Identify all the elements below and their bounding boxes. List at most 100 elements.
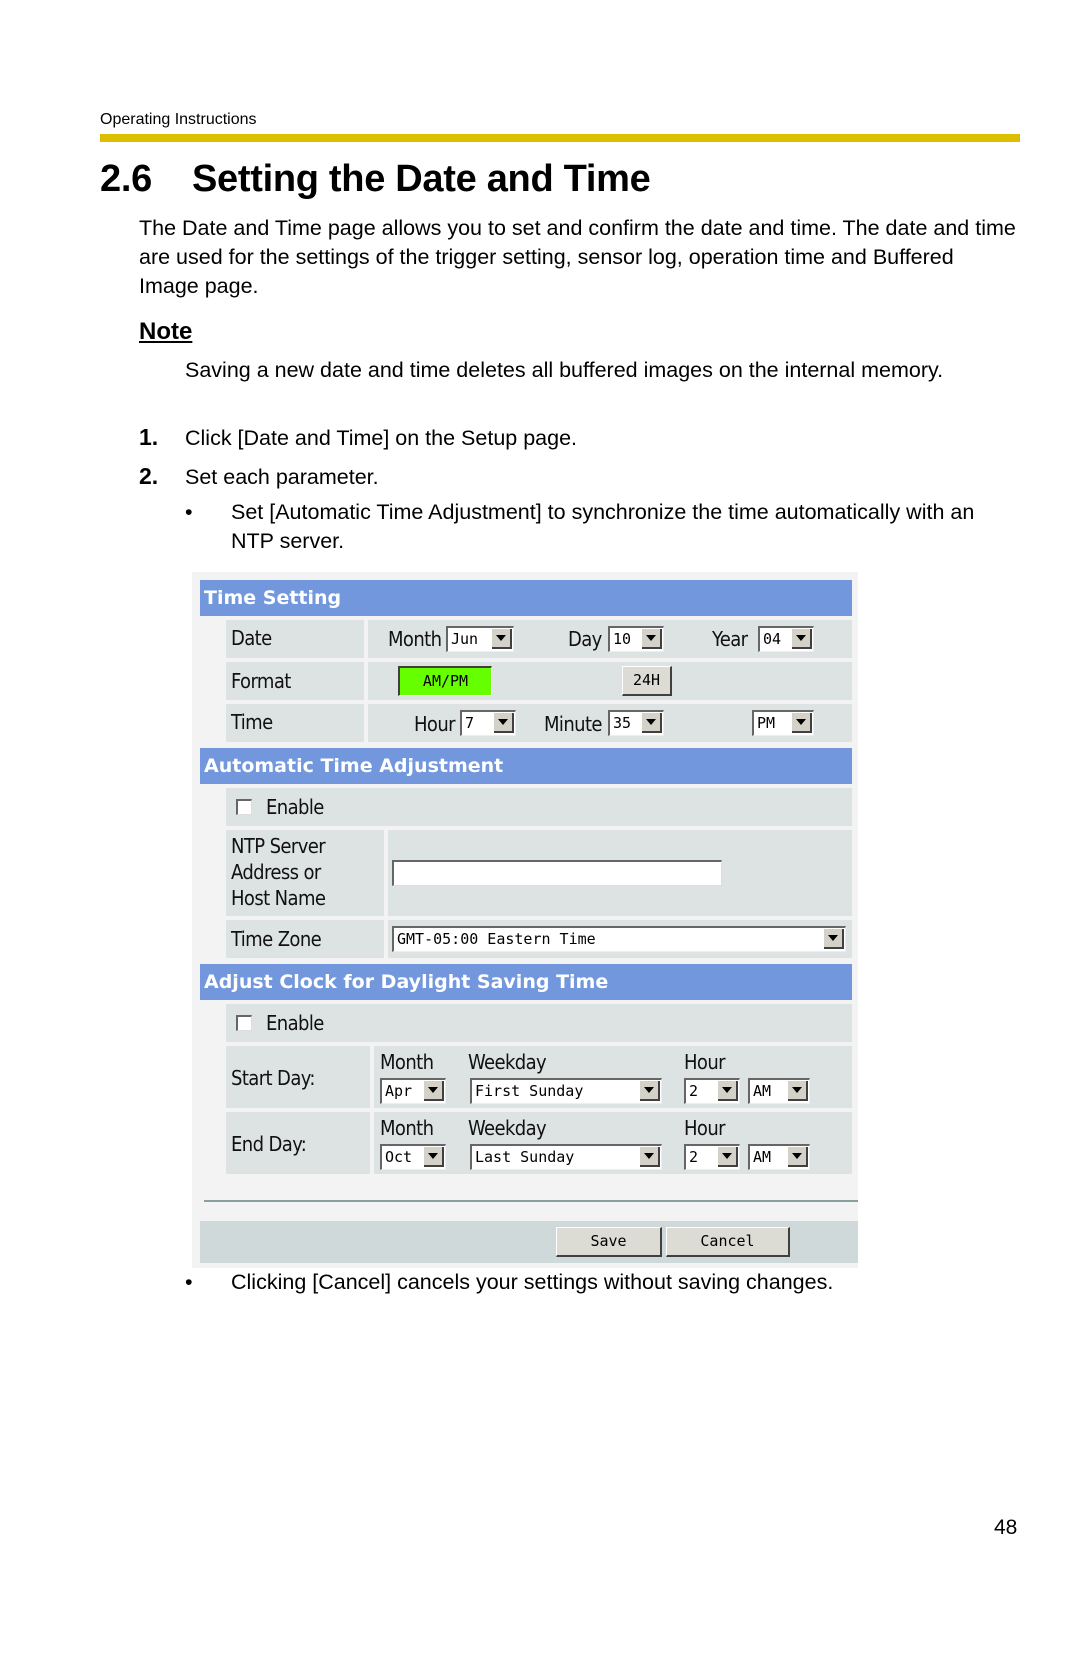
chevron-down-icon[interactable] bbox=[640, 1147, 660, 1167]
month-label: Month bbox=[388, 627, 442, 651]
chevron-down-icon[interactable] bbox=[788, 1081, 808, 1101]
format-label: Format bbox=[231, 669, 291, 693]
year-select[interactable]: 04 bbox=[758, 626, 814, 652]
chevron-down-icon[interactable] bbox=[424, 1147, 444, 1167]
end-month-select[interactable]: Oct bbox=[380, 1144, 446, 1170]
chevron-down-icon[interactable] bbox=[424, 1081, 444, 1101]
cancel-button[interactable]: Cancel bbox=[666, 1227, 790, 1257]
ntp-label-cell: NTP Server Address or Host Name bbox=[226, 830, 384, 916]
chevron-down-icon[interactable] bbox=[788, 1147, 808, 1167]
ampm-select[interactable]: PM bbox=[752, 710, 814, 736]
end-weekday-select[interactable]: Last Sunday bbox=[470, 1144, 662, 1170]
end-weekday-label: Weekday bbox=[468, 1116, 547, 1140]
month-value: Jun bbox=[451, 630, 479, 648]
section-header-auto-adjust: Automatic Time Adjustment bbox=[200, 748, 852, 784]
end-ampm-value: AM bbox=[753, 1148, 772, 1166]
date-time-settings-panel: Time Setting Date Month Jun Day 10 Year … bbox=[192, 572, 858, 1268]
end-ampm-select[interactable]: AM bbox=[748, 1144, 810, 1170]
section-number: 2.6 bbox=[100, 158, 152, 200]
running-head: Operating Instructions bbox=[100, 111, 257, 128]
end-month-value: Oct bbox=[385, 1148, 413, 1166]
start-month-label: Month bbox=[380, 1050, 434, 1074]
chevron-down-icon[interactable] bbox=[792, 713, 812, 733]
bullet-text: Clicking [Cancel] cancels your settings … bbox=[231, 1270, 834, 1294]
format-24h-button[interactable]: 24H bbox=[622, 666, 672, 696]
ntp-field-cell bbox=[388, 830, 852, 916]
button-bar: Save Cancel bbox=[200, 1221, 858, 1263]
section-header-dst: Adjust Clock for Daylight Saving Time bbox=[200, 964, 852, 1000]
start-month-value: Apr bbox=[385, 1082, 413, 1100]
chevron-down-icon[interactable] bbox=[718, 1147, 738, 1167]
end-day-fields-cell: Month Weekday Hour Oct Last Sunday 2 AM bbox=[374, 1112, 852, 1174]
page-number: 48 bbox=[994, 1516, 1018, 1539]
timezone-select[interactable]: GMT-05:00 Eastern Time bbox=[392, 926, 846, 952]
page-title: 2.6 Setting the Date and Time bbox=[100, 158, 651, 201]
end-weekday-value: Last Sunday bbox=[475, 1148, 575, 1166]
chevron-down-icon[interactable] bbox=[492, 629, 512, 649]
month-select[interactable]: Jun bbox=[446, 626, 514, 652]
start-ampm-select[interactable]: AM bbox=[748, 1078, 810, 1104]
start-hour-value: 2 bbox=[689, 1082, 699, 1100]
chevron-down-icon[interactable] bbox=[792, 629, 812, 649]
minute-label: Minute bbox=[544, 712, 602, 736]
start-day-label-cell: Start Day: bbox=[226, 1046, 370, 1108]
auto-enable-checkbox[interactable] bbox=[236, 799, 252, 815]
step-number: 1. bbox=[139, 424, 159, 450]
year-label: Year bbox=[712, 627, 748, 651]
date-label-cell: Date bbox=[226, 620, 364, 658]
start-month-select[interactable]: Apr bbox=[380, 1078, 446, 1104]
save-button[interactable]: Save bbox=[556, 1227, 662, 1257]
start-hour-select[interactable]: 2 bbox=[684, 1078, 740, 1104]
time-label: Time bbox=[231, 710, 273, 734]
title-text: Setting the Date and Time bbox=[192, 158, 651, 200]
hour-label: Hour bbox=[414, 712, 456, 736]
hour-select[interactable]: 7 bbox=[460, 710, 516, 736]
minute-select[interactable]: 35 bbox=[608, 710, 664, 736]
timezone-label: Time Zone bbox=[231, 927, 322, 951]
start-day-label: Start Day: bbox=[231, 1066, 315, 1090]
end-hour-select[interactable]: 2 bbox=[684, 1144, 740, 1170]
step-text: Set each parameter. bbox=[185, 465, 379, 489]
timezone-label-cell: Time Zone bbox=[226, 920, 384, 958]
start-ampm-value: AM bbox=[753, 1082, 772, 1100]
chevron-down-icon[interactable] bbox=[718, 1081, 738, 1101]
chevron-down-icon[interactable] bbox=[824, 929, 844, 949]
start-weekday-select[interactable]: First Sunday bbox=[470, 1078, 662, 1104]
timezone-value: GMT-05:00 Eastern Time bbox=[397, 930, 596, 948]
bullet-text: Set [Automatic Time Adjustment] to synch… bbox=[231, 500, 975, 553]
chevron-down-icon[interactable] bbox=[640, 1081, 660, 1101]
ntp-server-input[interactable] bbox=[392, 860, 722, 886]
format-label-cell: Format bbox=[226, 662, 364, 700]
ntp-label-line3: Host Name bbox=[231, 886, 326, 910]
day-value: 10 bbox=[613, 630, 632, 648]
start-hour-label: Hour bbox=[684, 1050, 726, 1074]
dst-enable-checkbox[interactable] bbox=[236, 1015, 252, 1031]
note-body: Saving a new date and time deletes all b… bbox=[185, 358, 944, 382]
chevron-down-icon[interactable] bbox=[642, 713, 662, 733]
end-hour-value: 2 bbox=[689, 1148, 699, 1166]
bullet-item: • Clicking [Cancel] cancels your setting… bbox=[185, 1268, 1025, 1300]
time-label-cell: Time bbox=[226, 704, 364, 742]
timezone-field-cell: GMT-05:00 Eastern Time bbox=[388, 920, 852, 958]
ampm-value: PM bbox=[757, 714, 776, 732]
panel-divider bbox=[204, 1200, 858, 1202]
bullet-item: • Set [Automatic Time Adjustment] to syn… bbox=[185, 498, 1025, 558]
start-weekday-value: First Sunday bbox=[475, 1082, 584, 1100]
year-value: 04 bbox=[763, 630, 782, 648]
chevron-down-icon[interactable] bbox=[642, 629, 662, 649]
start-day-fields-cell: Month Weekday Hour Apr First Sunday 2 AM bbox=[374, 1046, 852, 1108]
start-weekday-label: Weekday bbox=[468, 1050, 547, 1074]
intro-paragraph: The Date and Time page allows you to set… bbox=[139, 216, 1016, 298]
minute-value: 35 bbox=[613, 714, 632, 732]
bullet-icon: • bbox=[185, 1270, 193, 1294]
date-label: Date bbox=[231, 626, 272, 650]
section-header-time-setting: Time Setting bbox=[200, 580, 852, 616]
date-fields-cell: Month Jun Day 10 Year 04 bbox=[368, 620, 852, 658]
step-2: 2. Set each parameter. bbox=[139, 463, 379, 490]
chevron-down-icon[interactable] bbox=[494, 713, 514, 733]
auto-enable-label: Enable bbox=[266, 795, 324, 819]
ntp-label-line2: Address or bbox=[231, 860, 321, 884]
format-ampm-button[interactable]: AM/PM bbox=[398, 666, 492, 696]
dst-enable-row: Enable bbox=[226, 1004, 852, 1042]
day-select[interactable]: 10 bbox=[608, 626, 664, 652]
